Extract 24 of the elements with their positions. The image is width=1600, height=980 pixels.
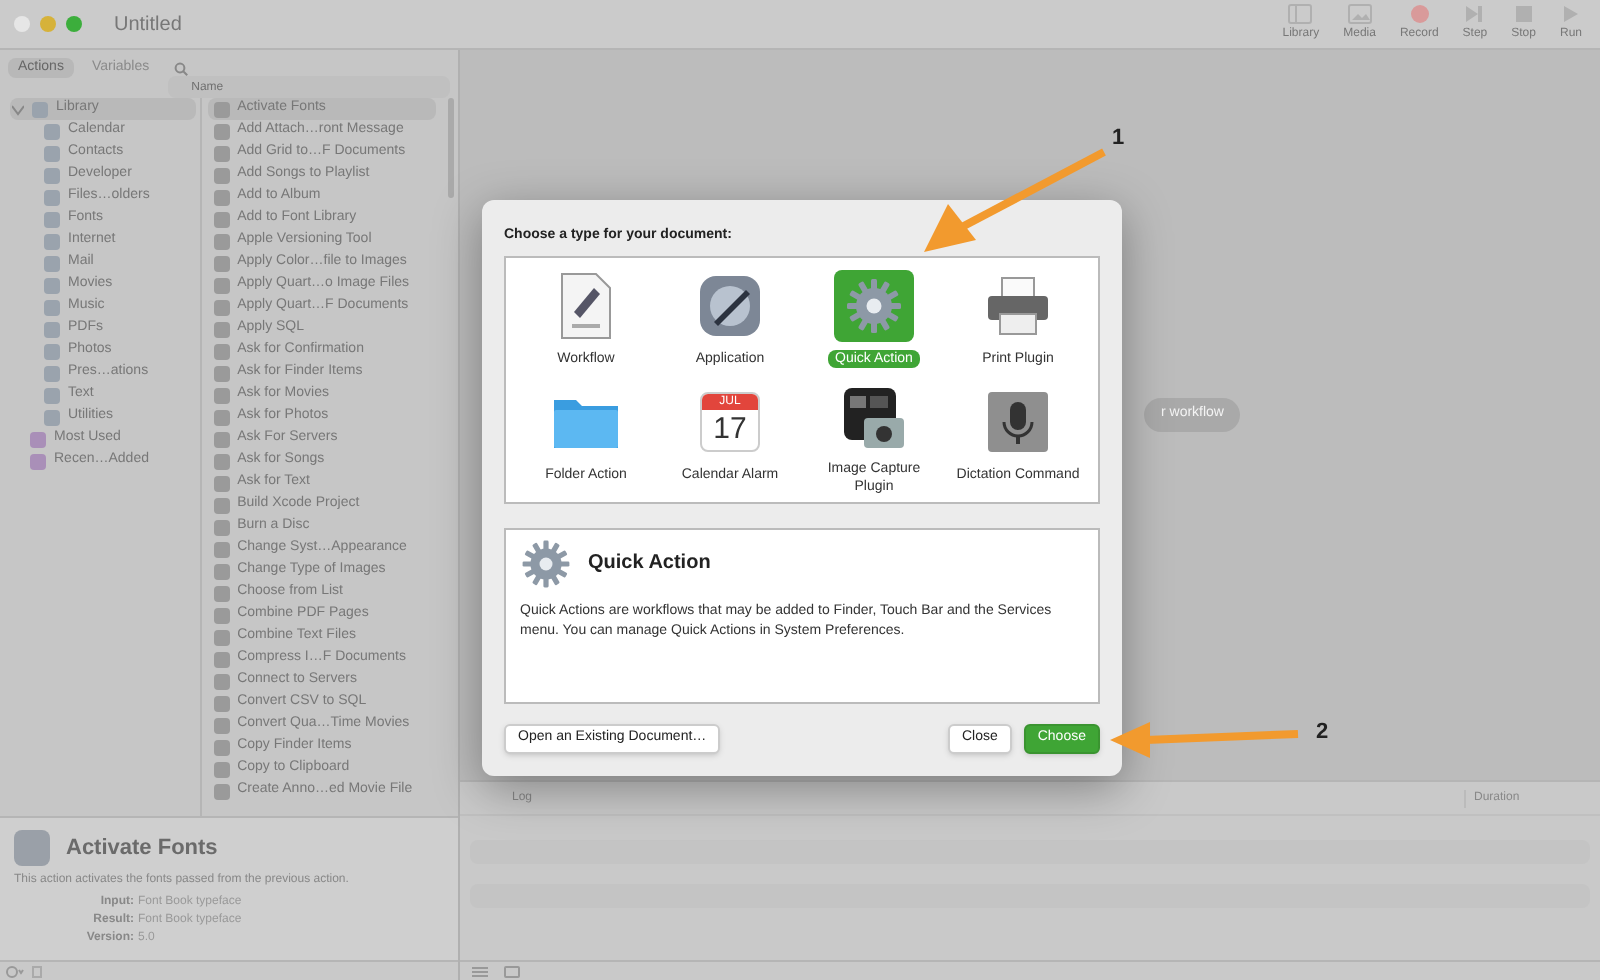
printer-icon <box>984 273 1052 337</box>
disclosure-icon[interactable] <box>12 103 24 115</box>
robot-badge-icon <box>696 271 764 339</box>
record-icon <box>1409 4 1430 24</box>
action-title: Activate Fonts <box>66 833 218 864</box>
panel-icon[interactable] <box>504 965 520 977</box>
step-number: 1 <box>1112 124 1125 154</box>
library-icon <box>32 101 48 117</box>
camera-icon <box>840 384 908 452</box>
close-icon[interactable] <box>14 16 30 32</box>
document-icon <box>558 271 614 339</box>
maximize-icon[interactable] <box>66 16 82 32</box>
list-icon[interactable] <box>472 965 488 977</box>
minimize-icon[interactable] <box>40 16 56 32</box>
gear-icon <box>520 537 572 589</box>
gear-icon <box>844 275 904 335</box>
step-number: 2 <box>1316 718 1329 748</box>
window-title: Untitled <box>114 11 182 39</box>
search-icon <box>173 61 188 75</box>
action-menu-icon[interactable] <box>6 965 24 977</box>
detail-title: Quick Action <box>588 550 711 578</box>
font-book-icon <box>14 830 50 866</box>
microphone-icon <box>986 389 1050 453</box>
panel-icon[interactable] <box>32 965 42 977</box>
